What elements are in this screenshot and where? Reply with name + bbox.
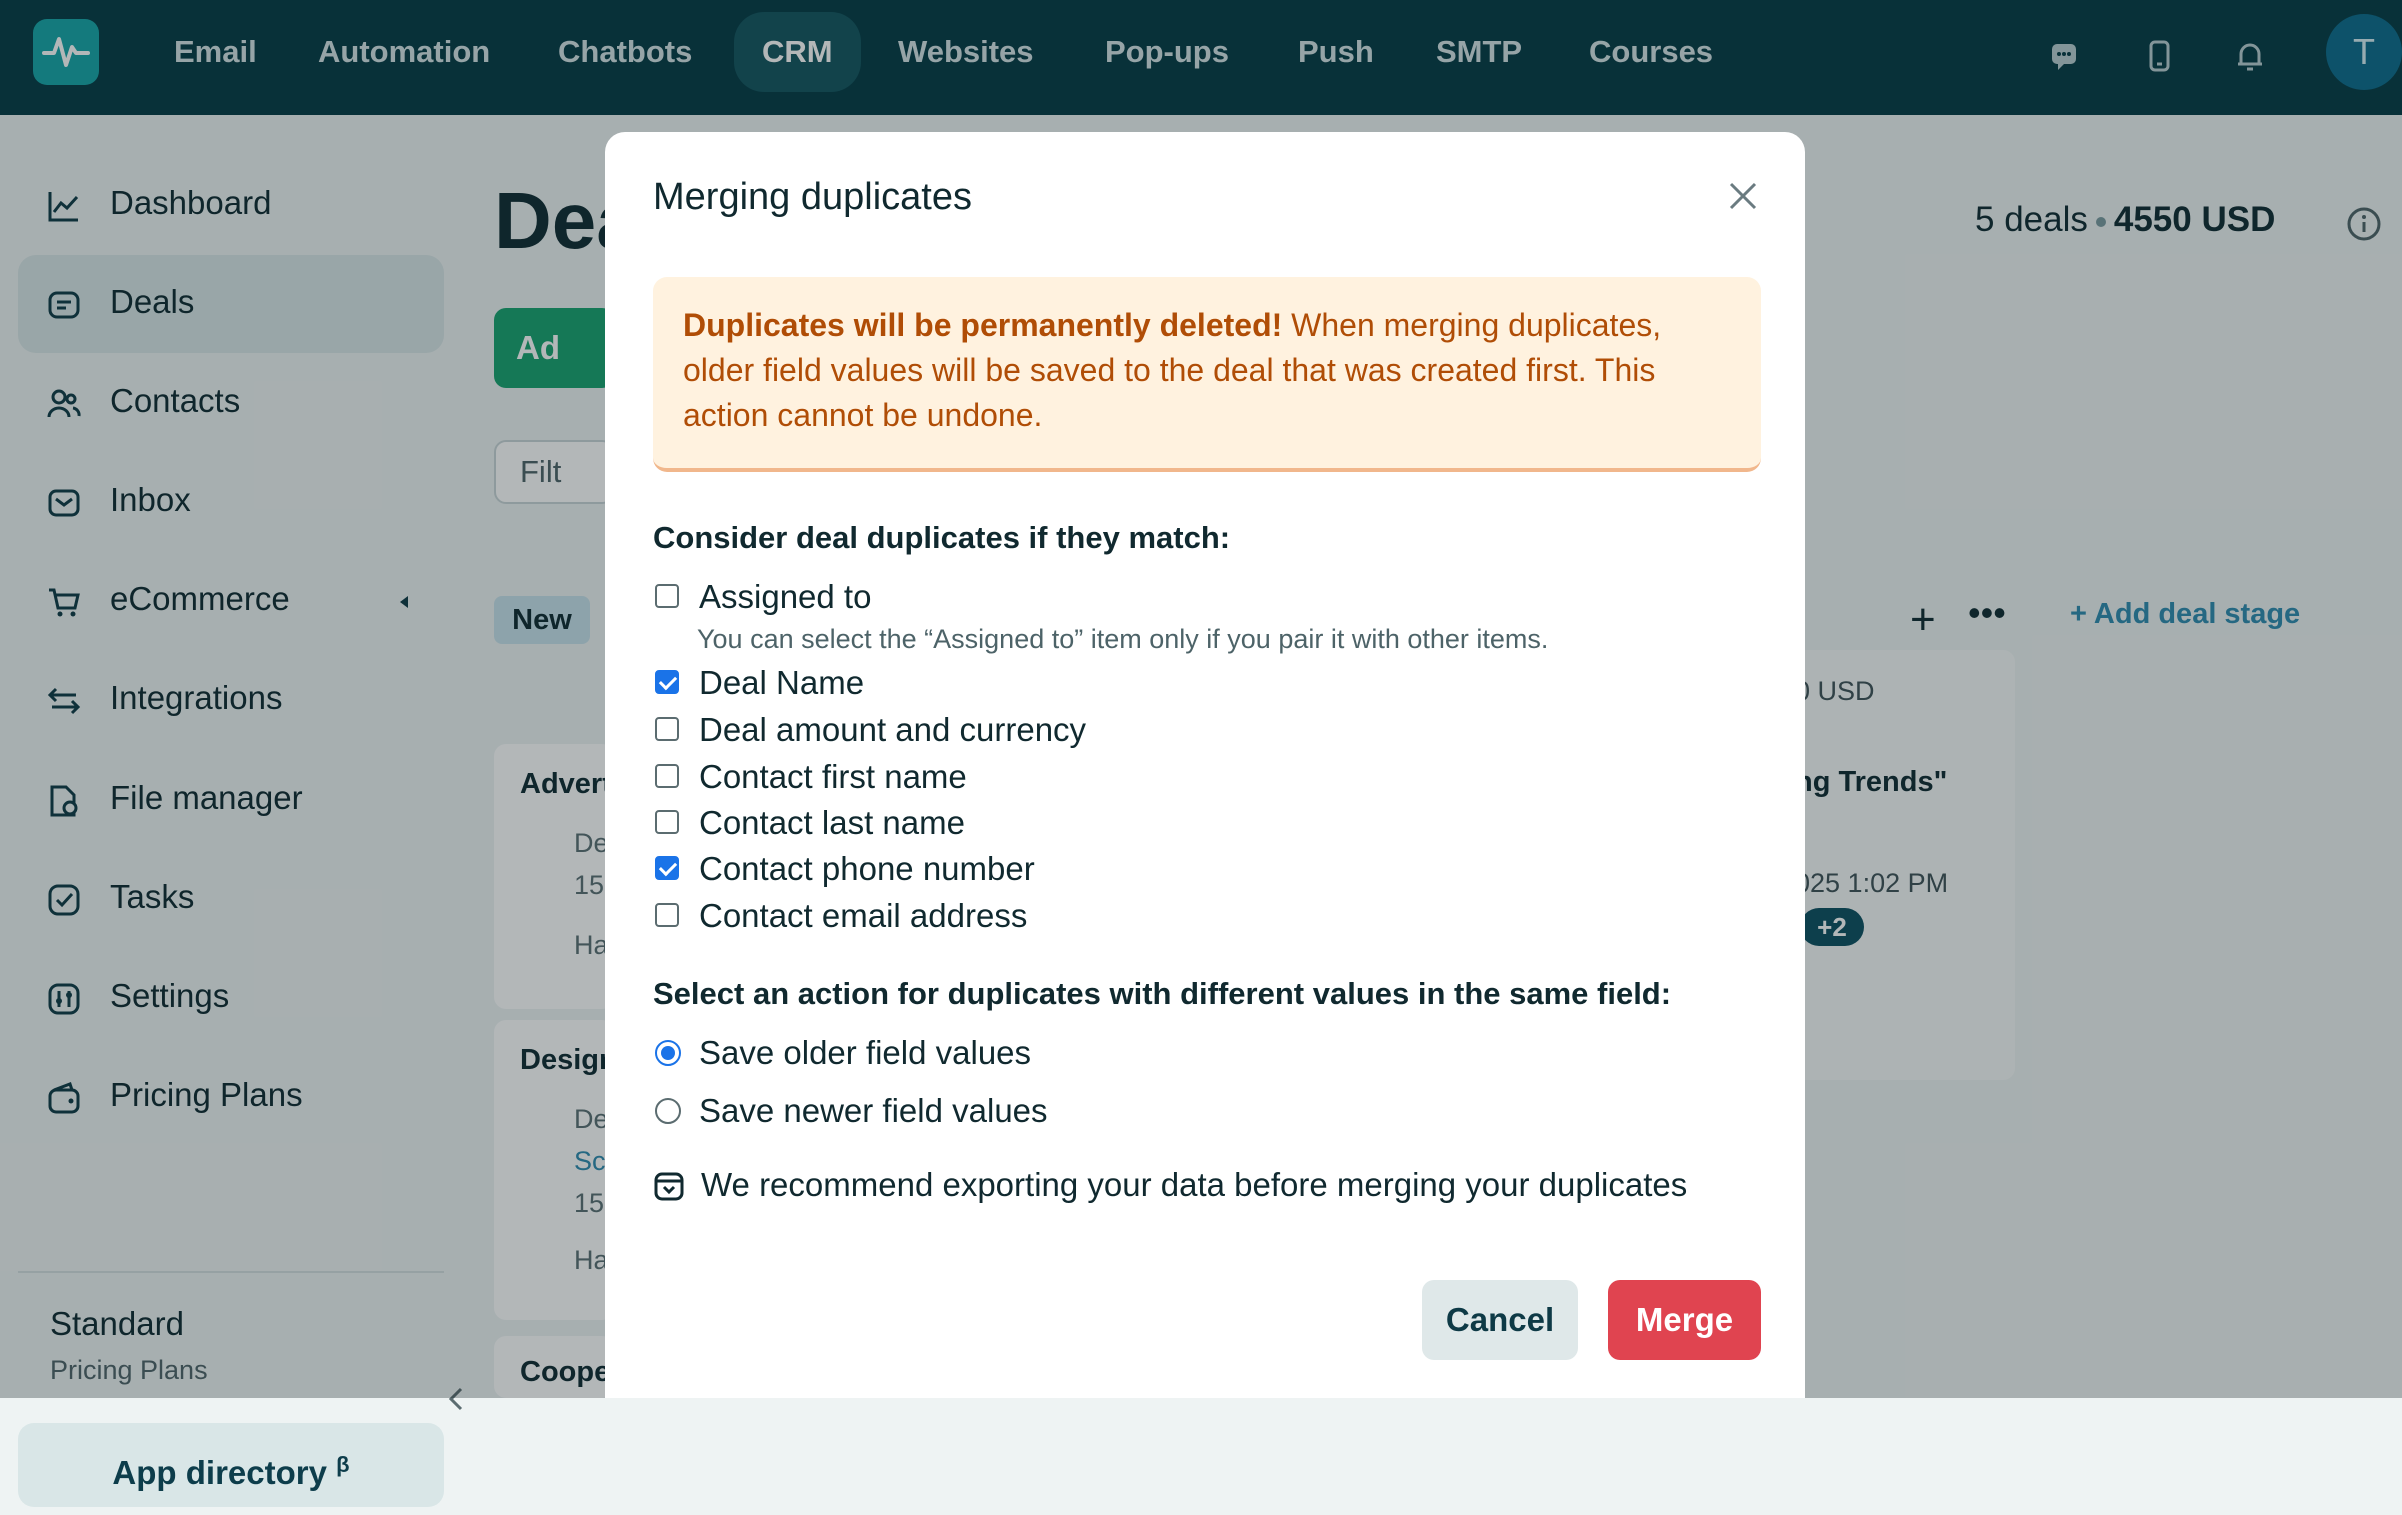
assigned-to-hint: You can select the “Assigned to” item on…: [697, 624, 1549, 654]
checkbox[interactable]: [655, 810, 679, 834]
warning-alert: Duplicates will be permanently deleted! …: [653, 277, 1761, 472]
app-directory-label: App directory: [112, 1454, 327, 1491]
cancel-button[interactable]: Cancel: [1422, 1280, 1578, 1360]
checkbox-label: Contact first name: [699, 758, 967, 795]
checkbox-checked[interactable]: [655, 856, 679, 880]
export-archive-icon: [654, 1172, 684, 1201]
checkbox-label: Contact email address: [699, 897, 1028, 934]
radio-label: Save newer field values: [699, 1092, 1048, 1129]
action-heading: Select an action for duplicates with dif…: [653, 976, 1672, 1011]
checkbox-label: Contact phone number: [699, 850, 1035, 887]
warning-title: Duplicates will be permanently deleted!: [683, 307, 1283, 343]
merge-button[interactable]: Merge: [1608, 1280, 1761, 1360]
match-heading: Consider deal duplicates if they match:: [653, 520, 1231, 555]
radio-label: Save older field values: [699, 1034, 1032, 1071]
checkbox[interactable]: [655, 764, 679, 788]
checkbox[interactable]: [655, 903, 679, 927]
checkbox-label: Deal Name: [699, 664, 865, 701]
checkbox[interactable]: [655, 584, 679, 608]
merge-duplicates-modal: Merging duplicates Duplicates will be pe…: [605, 132, 1805, 1398]
checkbox-label: Deal amount and currency: [699, 711, 1087, 748]
radio[interactable]: [655, 1098, 681, 1124]
checkbox[interactable]: [655, 717, 679, 741]
close-icon[interactable]: [1727, 180, 1759, 212]
checkbox-label: Contact last name: [699, 804, 965, 841]
modal-title: Merging duplicates: [653, 176, 972, 218]
recommend-text: We recommend exporting your data before …: [701, 1166, 1688, 1203]
radio-selected[interactable]: [655, 1040, 681, 1066]
app-directory-button[interactable]: App directory β: [18, 1423, 444, 1507]
checkbox-checked[interactable]: [655, 670, 679, 694]
checkbox-label: Assigned to: [699, 578, 872, 615]
beta-badge: β: [336, 1452, 350, 1477]
